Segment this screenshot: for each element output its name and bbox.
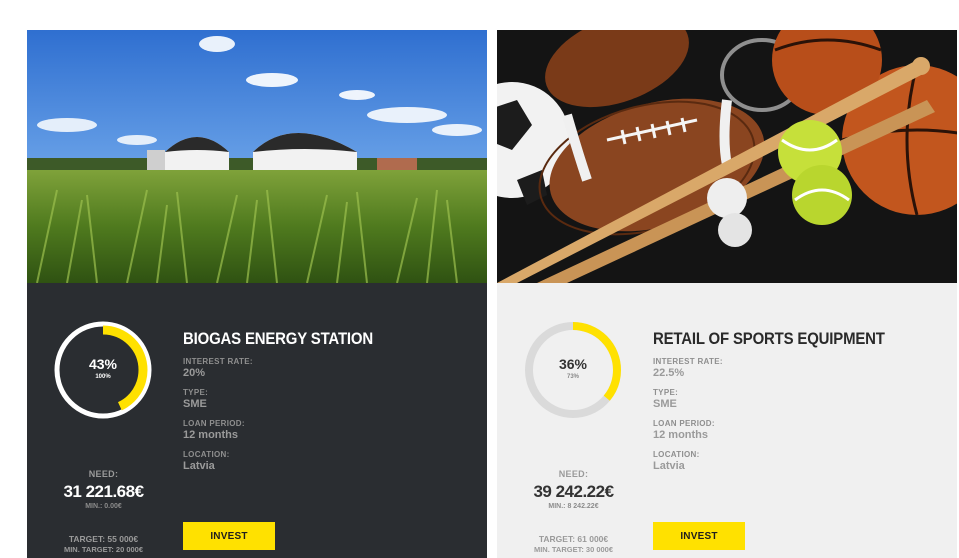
target-block: TARGET: 55 000€ MIN. TARGET: 20 000€ bbox=[45, 534, 162, 554]
field-value: 22.5% bbox=[653, 367, 685, 379]
field-label: INTEREST RATE: bbox=[653, 357, 723, 366]
progress-percent: 36% bbox=[558, 356, 588, 372]
field-value: Latvia bbox=[653, 460, 685, 472]
target-block: TARGET: 61 000€ MIN. TARGET: 30 000€ bbox=[515, 534, 632, 554]
field-value: SME bbox=[653, 398, 677, 410]
project-image-sports[interactable] bbox=[497, 30, 957, 283]
type-field: TYPE: SME bbox=[653, 388, 678, 410]
project-title[interactable]: BIOGAS ENERGY STATION bbox=[183, 329, 373, 349]
field-value: 20% bbox=[183, 367, 206, 379]
interest-rate-field: INTEREST RATE: 22.5% bbox=[653, 357, 723, 379]
progress-secondary-percent: 73% bbox=[566, 374, 579, 380]
need-amount: 39 242.22€ bbox=[533, 482, 614, 501]
need-label: NEED: bbox=[88, 469, 119, 479]
project-details-panel: 43% 100% NEED: 31 221.68€ MIN.: 0.00€ TA… bbox=[27, 283, 487, 558]
field-label: LOAN PERIOD: bbox=[653, 419, 715, 428]
need-label: NEED: bbox=[558, 469, 589, 479]
field-label: TYPE: bbox=[653, 388, 679, 397]
field-label: LOCATION: bbox=[653, 450, 700, 459]
project-details-panel: 36% 73% NEED: 39 242.22€ MIN.: 8 242.22€… bbox=[497, 283, 957, 558]
need-block: NEED: 39 242.22€ MIN.: 8 242.22€ bbox=[515, 469, 632, 510]
location-field: LOCATION: Latvia bbox=[653, 450, 700, 472]
funding-progress-ring: 36% 73% bbox=[521, 318, 625, 422]
target-amount: TARGET: 55 000€ bbox=[68, 534, 139, 544]
field-label: TYPE: bbox=[183, 388, 209, 397]
field-value: 12 months bbox=[653, 429, 709, 441]
field-value: Latvia bbox=[183, 460, 215, 472]
field-label: LOCATION: bbox=[183, 450, 230, 459]
interest-rate-field: INTEREST RATE: 20% bbox=[183, 357, 253, 379]
progress-secondary-percent: 100% bbox=[95, 374, 111, 380]
invest-button[interactable]: INVEST bbox=[183, 522, 275, 550]
need-amount: 31 221.68€ bbox=[63, 482, 144, 501]
field-value: SME bbox=[183, 398, 207, 410]
need-block: NEED: 31 221.68€ MIN.: 0.00€ bbox=[45, 469, 162, 510]
funding-progress-ring: 43% 100% bbox=[51, 318, 155, 422]
invest-button[interactable]: INVEST bbox=[653, 522, 745, 550]
project-title[interactable]: RETAIL OF SPORTS EQUIPMENT bbox=[653, 329, 885, 349]
type-field: TYPE: SME bbox=[183, 388, 208, 410]
field-label: LOAN PERIOD: bbox=[183, 419, 245, 428]
project-card-sports[interactable]: 36% 73% NEED: 39 242.22€ MIN.: 8 242.22€… bbox=[497, 30, 957, 558]
min-amount: MIN.: 8 242.22€ bbox=[548, 503, 599, 510]
project-image-biogas[interactable] bbox=[27, 30, 487, 283]
target-amount: TARGET: 61 000€ bbox=[538, 534, 609, 544]
min-target-amount: MIN. TARGET: 20 000€ bbox=[63, 545, 144, 554]
field-label: INTEREST RATE: bbox=[183, 357, 253, 366]
field-value: 12 months bbox=[183, 429, 239, 441]
min-amount: MIN.: 0.00€ bbox=[85, 503, 122, 510]
progress-percent: 43% bbox=[88, 356, 118, 372]
location-field: LOCATION: Latvia bbox=[183, 450, 230, 472]
loan-period-field: LOAN PERIOD: 12 months bbox=[183, 419, 245, 441]
min-target-amount: MIN. TARGET: 30 000€ bbox=[533, 545, 614, 554]
loan-period-field: LOAN PERIOD: 12 months bbox=[653, 419, 715, 441]
project-card-biogas[interactable]: 43% 100% NEED: 31 221.68€ MIN.: 0.00€ TA… bbox=[27, 30, 487, 558]
